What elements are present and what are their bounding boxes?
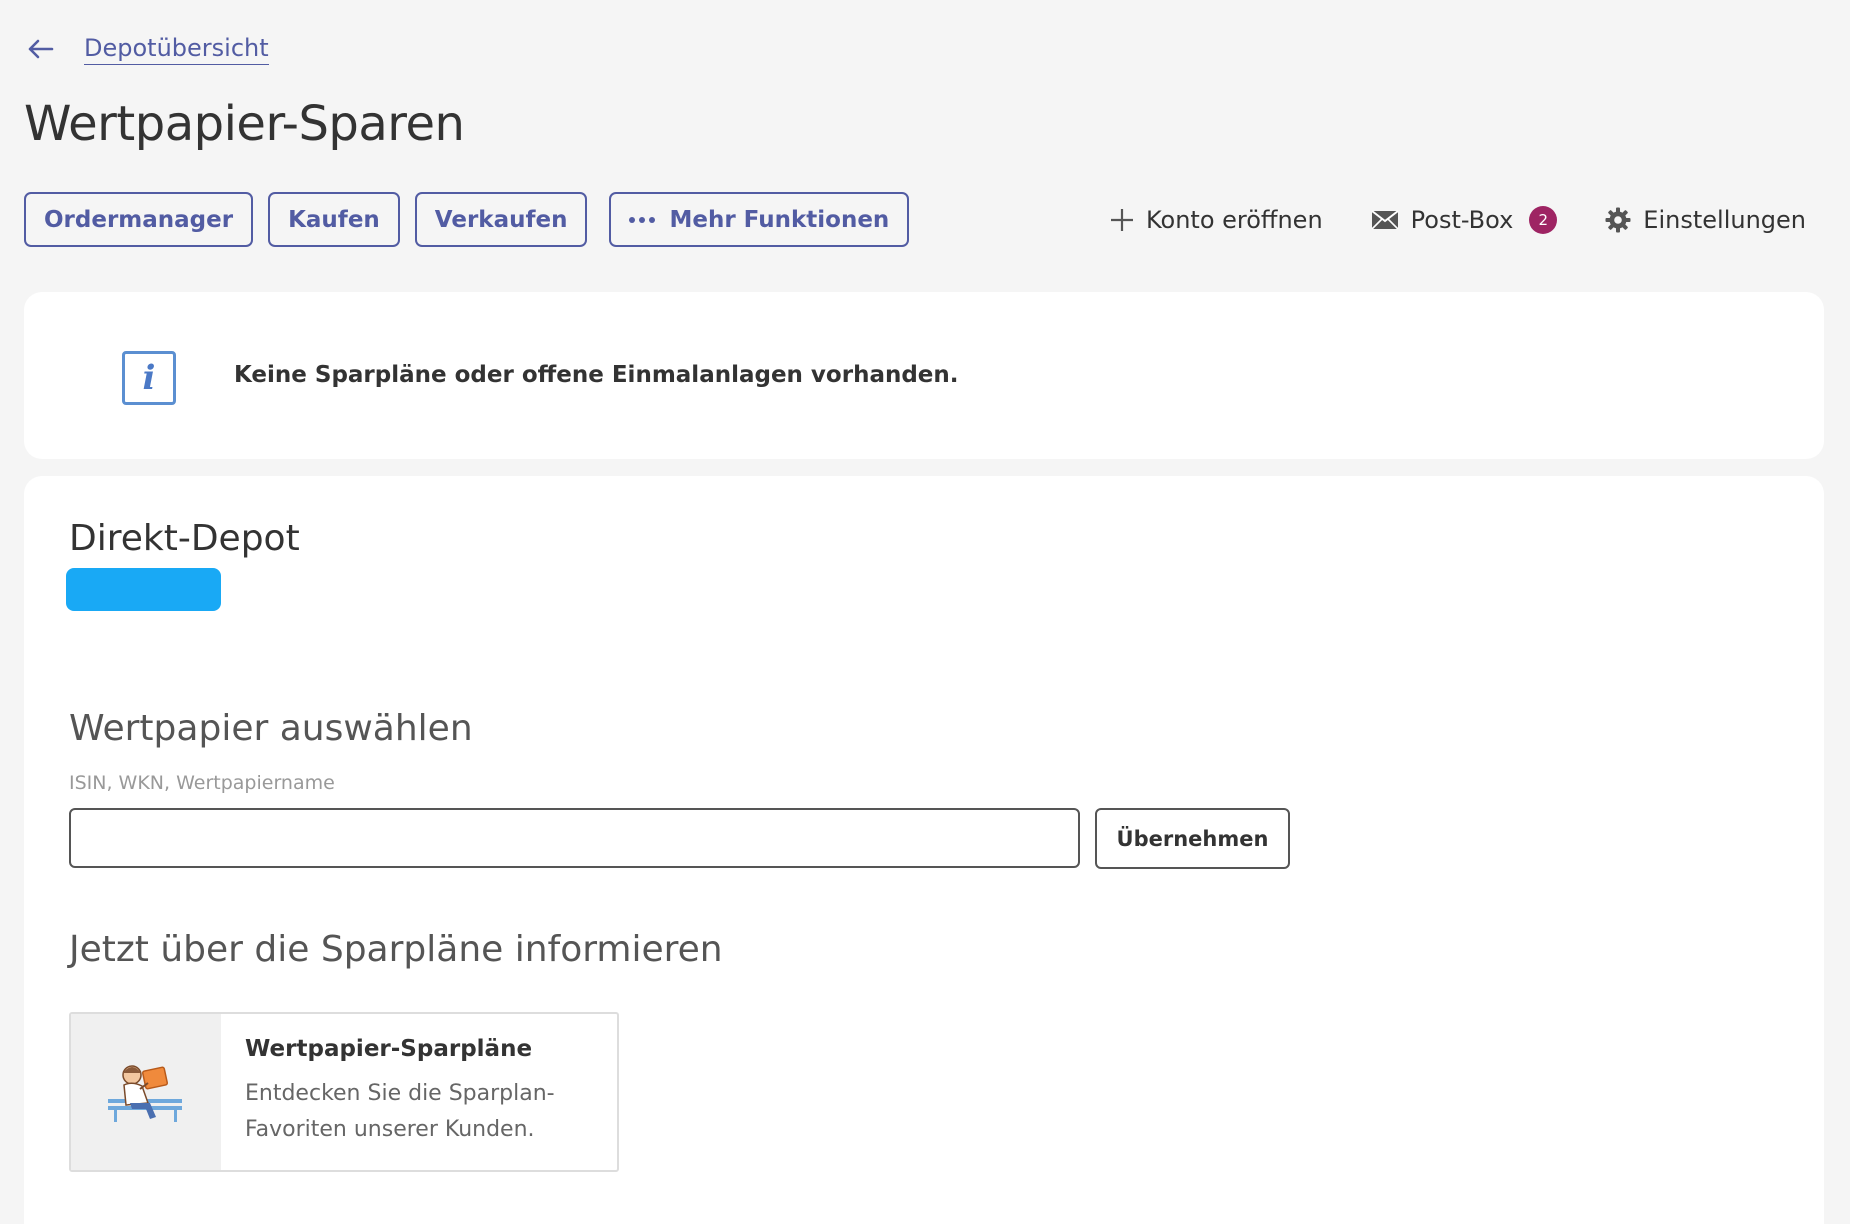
wertpapier-sparplaene-card[interactable]: Wertpapier-Sparpläne Entdecken Sie die S… — [69, 1012, 619, 1172]
einstellungen-link[interactable]: Einstellungen — [1605, 206, 1806, 234]
sparplaene-info-heading: Jetzt über die Sparpläne informieren — [69, 929, 723, 970]
person-on-bench-icon — [108, 1065, 182, 1122]
mehr-funktionen-label: Mehr Funktionen — [669, 206, 890, 233]
page: Depotübersicht Wertpapier-Sparen Orderma… — [0, 0, 1850, 1224]
post-box-badge: 2 — [1529, 206, 1558, 234]
uebernehmen-button[interactable]: Übernehmen — [1095, 808, 1290, 869]
depot-title: Direkt-Depot — [69, 518, 300, 559]
gear-icon — [1605, 207, 1631, 233]
arrow-left-icon — [28, 35, 58, 65]
back-link-label: Depotübersicht — [84, 34, 269, 65]
info-message: Keine Sparpläne oder offene Einmalanlage… — [234, 362, 959, 388]
top-nav: Konto eröffnen Post-Box 2 Einstellungen — [1110, 206, 1806, 234]
action-bar: Ordermanager Kaufen Verkaufen Mehr Funkt… — [24, 192, 910, 247]
back-link-depotuebersicht[interactable]: Depotübersicht — [28, 34, 269, 65]
envelope-icon — [1371, 210, 1399, 230]
promo-text: Entdecken Sie die Sparplan-Favoriten uns… — [245, 1081, 555, 1142]
info-icon: i — [122, 351, 176, 405]
depot-number-pill — [66, 568, 221, 611]
verkaufen-button[interactable]: Verkaufen — [414, 192, 588, 247]
info-card: i Keine Sparpläne oder offene Einmalanla… — [24, 292, 1824, 459]
kaufen-button[interactable]: Kaufen — [268, 192, 400, 247]
konto-eroeffnen-link[interactable]: Konto eröffnen — [1110, 206, 1323, 234]
einstellungen-label: Einstellungen — [1643, 206, 1806, 234]
plus-icon — [1110, 208, 1134, 232]
mehr-funktionen-button[interactable]: Mehr Funktionen — [609, 192, 910, 247]
security-search-input[interactable] — [69, 808, 1080, 868]
konto-eroeffnen-label: Konto eröffnen — [1145, 206, 1323, 234]
promo-body: Wertpapier-Sparpläne Entdecken Sie die S… — [221, 1014, 577, 1170]
promo-thumbnail — [71, 1014, 221, 1170]
promo-title: Wertpapier-Sparpläne — [245, 1036, 533, 1062]
page-title: Wertpapier-Sparen — [24, 96, 465, 152]
depot-card: Direkt-Depot Wertpapier auswählen ISIN, … — [24, 476, 1824, 1224]
post-box-link[interactable]: Post-Box 2 — [1371, 206, 1558, 234]
more-dots-icon — [629, 216, 656, 223]
security-search-label: ISIN, WKN, Wertpapiername — [69, 772, 335, 794]
post-box-label: Post-Box — [1410, 206, 1514, 234]
security-select-heading: Wertpapier auswählen — [69, 708, 473, 749]
ordermanager-button[interactable]: Ordermanager — [24, 192, 254, 247]
